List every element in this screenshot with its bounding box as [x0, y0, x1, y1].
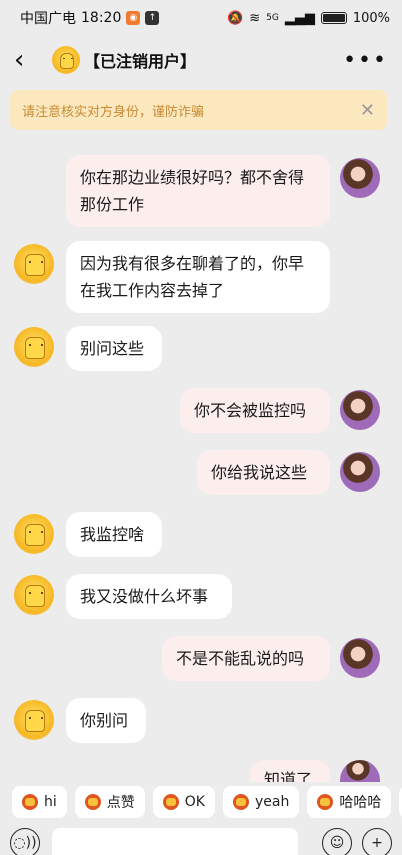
message-input[interactable]	[52, 828, 298, 855]
contact-name: 【已注销用户】	[84, 52, 197, 71]
message-bubble-sent[interactable]: 你不会被监控吗	[180, 388, 330, 433]
voice-icon[interactable]: ◌))	[10, 828, 40, 855]
sticker-icon	[84, 794, 101, 810]
user-avatar[interactable]	[340, 638, 380, 678]
contact-avatar[interactable]	[14, 327, 54, 367]
close-warning-icon[interactable]: ✕	[360, 100, 375, 121]
quick-reply-chip[interactable]: 点赞	[74, 786, 145, 818]
network-label: 5G	[266, 13, 279, 23]
message-bubble-sent[interactable]: 知道了	[250, 760, 330, 782]
sticker-icon	[162, 794, 179, 810]
contact-avatar[interactable]	[14, 575, 54, 615]
more-options-button[interactable]: •••	[343, 48, 388, 73]
quick-reply-chip[interactable]: hi	[12, 786, 67, 818]
user-avatar[interactable]	[340, 158, 380, 198]
message-bubble-received[interactable]: 别问这些	[66, 326, 162, 371]
chat-header: ‹ 【已注销用户】 •••	[0, 36, 402, 84]
wifi-icon: ≋	[249, 10, 261, 26]
message-bubble-received[interactable]: 你别问	[66, 698, 146, 743]
fraud-warning-banner: 请注意核实对方身份，谨防诈骗 ✕	[10, 90, 387, 130]
message-bubble-received[interactable]: 我又没做什么坏事	[66, 574, 232, 619]
quick-reply-chip[interactable]: yeah	[222, 786, 300, 818]
message-bubble-received[interactable]: 我监控啥	[66, 512, 162, 557]
message-input-bar: ◌)) ☺ +	[0, 826, 402, 855]
upload-notification-icon: ↑	[145, 11, 160, 25]
contact-avatar[interactable]	[52, 46, 80, 74]
user-avatar[interactable]	[340, 452, 380, 492]
battery-icon	[320, 12, 347, 24]
contact-avatar[interactable]	[14, 244, 54, 284]
back-button[interactable]: ‹	[14, 47, 42, 73]
warning-text: 请注意核实对方身份，谨防诈骗	[22, 104, 205, 120]
user-avatar[interactable]	[340, 390, 380, 430]
signal-icon: ▂▄▆	[284, 10, 315, 26]
clock: 18:20	[81, 10, 122, 26]
sticker-icon	[22, 794, 38, 810]
quick-reply-bar: hi 点赞 OK yeah 哈哈哈	[0, 782, 402, 822]
plus-icon[interactable]: +	[362, 828, 392, 855]
carrier-label: 中国广电	[20, 11, 76, 27]
emoji-icon[interactable]: ☺	[322, 828, 352, 855]
battery-percent: 100%	[352, 10, 390, 26]
app-notification-icon: ◉	[126, 11, 141, 25]
mute-icon: 🔕	[227, 10, 244, 26]
user-avatar[interactable]	[340, 760, 380, 782]
message-bubble-sent[interactable]: 你给我说这些	[197, 450, 330, 495]
quick-reply-chip[interactable]: OK	[152, 786, 215, 818]
sticker-icon	[317, 794, 334, 810]
quick-reply-chip[interactable]: 哈哈哈	[307, 786, 392, 818]
message-bubble-received[interactable]: 因为我有很多在聊着了的，你早在我工作内容去掉了	[66, 241, 330, 313]
message-bubble-sent[interactable]: 你在那边业绩很好吗？都不舍得那份工作	[66, 155, 330, 227]
message-bubble-sent[interactable]: 不是不能乱说的吗	[162, 636, 330, 681]
contact-avatar[interactable]	[14, 514, 54, 554]
sticker-icon	[232, 794, 249, 810]
contact-avatar[interactable]	[14, 700, 54, 740]
status-bar: 中国广电 18:20 ◉ ↑ 🔕 ≋ 5G ▂▄▆ 100%	[0, 0, 402, 36]
